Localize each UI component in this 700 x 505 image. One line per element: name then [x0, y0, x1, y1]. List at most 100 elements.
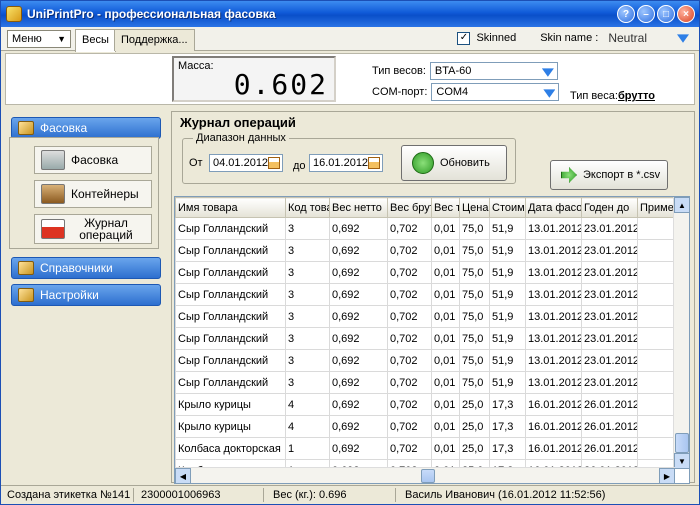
calendar-icon[interactable]: [368, 157, 380, 169]
nav-header-settings[interactable]: Настройки: [11, 284, 161, 306]
table-cell: 51,9: [489, 239, 526, 262]
nav-item-packing[interactable]: Фасовка: [34, 146, 152, 174]
table-row[interactable]: Сыр Голландский 3 0,692 0,702 0,01 75,0 51,9 13…: [175, 217, 675, 240]
from-date-input[interactable]: 04.01.2012: [209, 154, 283, 172]
app-logo-icon: [6, 6, 22, 22]
table-cell: 0,01: [431, 305, 460, 328]
scroll-right-icon[interactable]: ▶: [659, 468, 675, 483]
column-header[interactable]: Приме: [637, 197, 675, 218]
skin-dropdown-icon[interactable]: [677, 34, 689, 43]
com-port-select[interactable]: COM4: [431, 83, 560, 101]
column-header[interactable]: Вес брут: [387, 197, 432, 218]
table-cell: 13.01.2012: [525, 217, 582, 240]
scroll-thumb[interactable]: [675, 433, 689, 453]
table-cell: 75,0: [459, 261, 490, 284]
title-bar[interactable]: UniPrintPro - профессиональная фасовка ?…: [1, 1, 699, 27]
calendar-icon: [41, 219, 65, 239]
scroll-left-icon[interactable]: ◀: [175, 468, 191, 483]
column-header[interactable]: Вес т: [431, 197, 460, 218]
nav-item-containers[interactable]: Контейнеры: [34, 180, 152, 208]
table-cell: Сыр Голландский: [175, 261, 286, 284]
horizontal-scrollbar[interactable]: ◀ ▶: [175, 467, 675, 483]
table-cell: [637, 393, 675, 416]
column-header[interactable]: Код това: [285, 197, 330, 218]
status-divider: [395, 488, 396, 502]
nav-item-journal[interactable]: Журнал операций: [34, 214, 152, 244]
table-cell: 51,9: [489, 371, 526, 394]
table-cell: 3: [285, 261, 330, 284]
scale-type-row: Тип весов: BTA-60: [372, 62, 558, 80]
to-date-value: 16.01.2012: [313, 157, 369, 169]
window-controls: ? – □ ×: [617, 5, 695, 23]
calendar-icon[interactable]: [268, 157, 280, 169]
scale-type-select[interactable]: BTA-60: [429, 62, 558, 80]
maximize-icon[interactable]: □: [657, 5, 675, 23]
table-header-row: Имя товара Код това Вес нетто Вес брут В…: [175, 197, 675, 218]
table-row[interactable]: Сыр Голландский 3 0,692 0,702 0,01 75,0 51,9 13…: [175, 239, 675, 262]
table-row[interactable]: Крыло курицы 4 0,692 0,702 0,01 25,0 17,3 16.01…: [175, 415, 675, 438]
table-cell: 23.01.2012: [581, 217, 638, 240]
table-cell: 3: [285, 305, 330, 328]
refresh-button[interactable]: Обновить: [401, 145, 507, 181]
skinned-label: Skinned: [476, 32, 517, 44]
table-cell: 13.01.2012: [525, 283, 582, 306]
help-icon[interactable]: ?: [617, 5, 635, 23]
table-cell: 0,01: [431, 327, 460, 350]
column-header[interactable]: Годен до: [581, 197, 638, 218]
table-cell: Сыр Голландский: [175, 349, 286, 372]
table-row[interactable]: Сыр Голландский 3 0,692 0,702 0,01 75,0 51,9 13…: [175, 371, 675, 394]
column-header[interactable]: Вес нетто: [329, 197, 388, 218]
table-cell: 16.01.2012: [525, 393, 582, 416]
export-csv-button[interactable]: Экспорт в *.csv: [550, 160, 668, 190]
status-divider: [133, 488, 134, 502]
weight-type-value[interactable]: брутто: [618, 90, 655, 102]
menu-label: Меню: [12, 33, 42, 45]
column-header[interactable]: Имя товара: [175, 197, 286, 218]
menu-button[interactable]: Меню ▼: [7, 30, 71, 48]
table-cell: [637, 371, 675, 394]
nav-header-references[interactable]: Справочники: [11, 257, 161, 279]
table-row[interactable]: Крыло курицы 4 0,692 0,702 0,01 25,0 17,3 16.01…: [175, 393, 675, 416]
box-icon: [41, 184, 65, 204]
table-cell: 13.01.2012: [525, 261, 582, 284]
tab-support[interactable]: Поддержка...: [114, 29, 195, 51]
nav-header-packing[interactable]: Фасовка: [11, 117, 161, 139]
tab-support-label: Поддержка...: [121, 34, 188, 46]
column-header[interactable]: Дата фасов: [525, 197, 582, 218]
close-icon[interactable]: ×: [677, 5, 695, 23]
table-cell: 13.01.2012: [525, 239, 582, 262]
table-cell: Сыр Голландский: [175, 371, 286, 394]
scroll-down-icon[interactable]: ▼: [674, 453, 689, 469]
table-cell: 0,01: [431, 371, 460, 394]
scroll-up-icon[interactable]: ▲: [674, 197, 689, 213]
table-row[interactable]: Сыр Голландский 3 0,692 0,702 0,01 75,0 51,9 13…: [175, 349, 675, 372]
operations-table: Имя товара Код това Вес нетто Вес брут В…: [175, 197, 675, 469]
skinned-checkbox[interactable]: ✓: [457, 31, 471, 45]
table-row[interactable]: Сыр Голландский 3 0,692 0,702 0,01 75,0 51,9 13…: [175, 327, 675, 350]
scroll-thumb[interactable]: [421, 469, 435, 483]
mass-label: Масса:: [178, 60, 214, 72]
nav-item-label: Журнал операций: [79, 216, 133, 242]
tab-strip: Меню ▼ Весы Поддержка... ✓ Skinned Skin …: [1, 27, 699, 52]
table-row[interactable]: Колбаса докторская10,6920,7020,0125,017,…: [175, 437, 675, 460]
to-label: до: [293, 160, 306, 172]
from-label: От: [189, 157, 203, 169]
table-row[interactable]: Сыр Голландский 3 0,692 0,702 0,01 75,0 51,9 13…: [175, 305, 675, 328]
table-row[interactable]: Сыр Голландский 3 0,692 0,702 0,01 75,0 51,9 13…: [175, 283, 675, 306]
table-cell: 3: [285, 239, 330, 262]
tab-weights[interactable]: Весы: [75, 29, 116, 52]
journal-panel: Журнал операций Диапазон данных От 04.01…: [171, 111, 695, 484]
vertical-scrollbar[interactable]: ▲ ▼: [673, 197, 689, 469]
table-cell: 4: [285, 393, 330, 416]
minimize-icon[interactable]: –: [637, 5, 655, 23]
nav-item-label: Контейнеры: [71, 187, 139, 201]
to-date-input[interactable]: 16.01.2012: [309, 154, 383, 172]
nav-header-references-label: Справочники: [40, 261, 113, 275]
skin-name-value[interactable]: Neutral: [608, 31, 647, 45]
column-header[interactable]: Стоимо: [489, 197, 526, 218]
column-header[interactable]: Цена: [459, 197, 490, 218]
table-cell: 0,702: [387, 371, 432, 394]
table-row[interactable]: Сыр Голландский 3 0,692 0,702 0,01 75,0 51,9 13…: [175, 261, 675, 284]
operations-grid[interactable]: Имя товара Код това Вес нетто Вес брут В…: [174, 196, 690, 484]
table-cell: Сыр Голландский: [175, 327, 286, 350]
